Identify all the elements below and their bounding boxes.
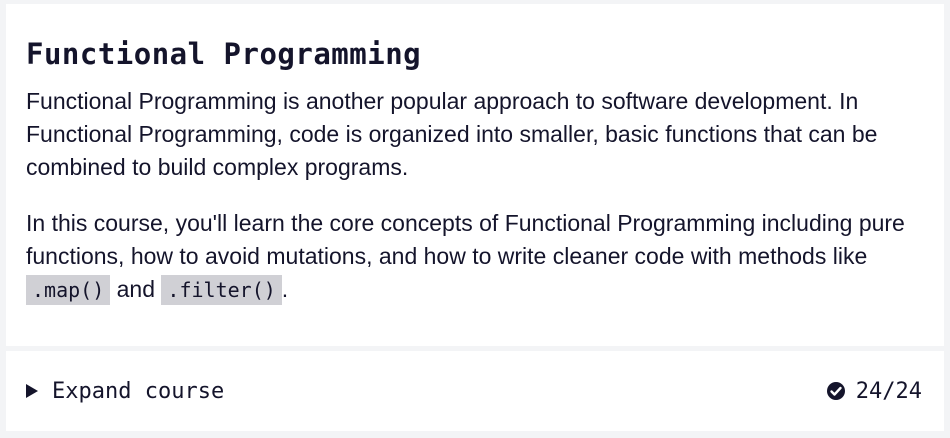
code-map: .map()	[26, 275, 111, 305]
expand-course-label: Expand course	[52, 378, 225, 404]
code-filter: .filter()	[161, 275, 282, 305]
details-text: .	[281, 276, 289, 302]
expand-course-button[interactable]: Expand course	[26, 379, 224, 404]
course-footer: Expand course 24/24	[6, 351, 944, 431]
course-title: Functional Programming	[26, 37, 422, 71]
check-circle-icon	[826, 382, 845, 400]
caret-right-icon	[26, 384, 38, 398]
details-text: In this course, you'll learn the core co…	[26, 210, 905, 269]
progress-count: 24/24	[855, 378, 922, 404]
course-details: In this course, you'll learn the core co…	[26, 207, 924, 307]
progress-indicator: 24/24	[826, 379, 922, 404]
details-text: and	[110, 276, 162, 302]
course-description: Functional Programming is another popula…	[26, 88, 878, 180]
course-description-card: Functional Programming Functional Progra…	[6, 4, 944, 346]
